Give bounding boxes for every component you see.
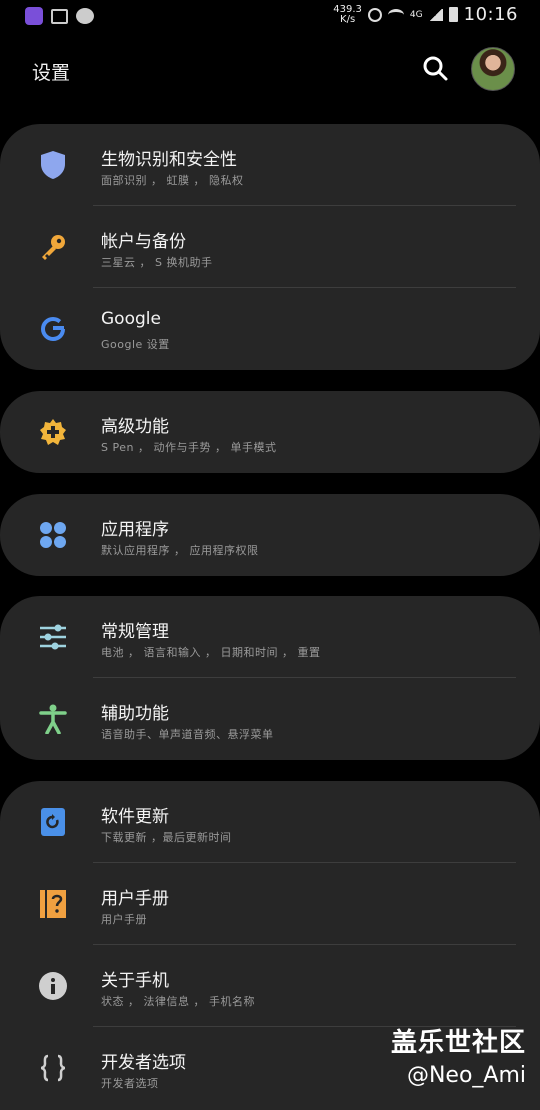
wechat-notification-icon [76,8,94,24]
network-type: 4G [409,9,423,20]
item-label: 开发者选项 [101,1053,186,1073]
item-label: 用户手册 [101,889,169,909]
battery-icon [448,7,458,22]
gallery-notification-icon [51,8,68,24]
avatar[interactable] [471,47,515,91]
page-title: 设置 [32,62,71,84]
app-notification-icon [25,7,43,25]
settings-item-accounts-backup[interactable]: 帐户与备份 三星云 ， S 换机助手 [0,206,540,288]
google-icon [38,314,68,344]
status-bar: 439.3 K/s 4G 10:16 [0,0,540,34]
network-speed-value: 439.3 [333,3,362,15]
item-label: 生物识别和安全性 [101,150,237,170]
clock: 10:16 [463,4,518,25]
info-icon [38,971,68,1001]
item-subtitle: 电池 ， 语言和输入 ， 日期和时间 ， 重置 [101,646,321,659]
accessibility-icon [38,704,68,734]
item-subtitle: 下载更新 ，最后更新时间 [101,831,232,844]
settings-item-applications[interactable]: 应用程序 默认应用程序 ， 应用程序权限 [0,494,540,576]
search-icon [423,56,448,81]
item-subtitle: S Pen ， 动作与手势 ， 单手模式 [101,441,277,454]
sliders-icon [38,622,68,652]
key-icon [38,232,68,262]
settings-item-accessibility[interactable]: 辅助功能 语音助手、单声道音频、悬浮菜单 [0,678,540,760]
item-label: 关于手机 [101,971,169,991]
item-label: 应用程序 [101,520,169,540]
item-label: 帐户与备份 [101,232,186,252]
signal-icon [428,8,443,21]
search-button[interactable] [420,53,450,83]
watermark-brand: 盖乐世社区 [390,1028,526,1058]
manual-icon [38,889,68,919]
item-label: 高级功能 [101,417,169,437]
settings-group-apps: 应用程序 默认应用程序 ， 应用程序权限 [0,494,540,576]
apps-grid-icon [38,520,68,550]
status-icons: 439.3 K/s 4G 10:16 [333,4,518,25]
settings-item-about-phone[interactable]: 关于手机 状态 ， 法律信息 ， 手机名称 [0,945,540,1027]
item-subtitle: 用户手册 [101,913,147,926]
notification-icons [25,7,94,25]
network-speed: 439.3 K/s [333,3,362,25]
wifi-icon [387,8,404,21]
update-icon [38,807,68,837]
network-speed-unit: K/s [340,13,356,25]
item-subtitle: 开发者选项 [101,1077,159,1090]
braces-icon [38,1053,68,1083]
settings-group-general: 常规管理 电池 ， 语言和输入 ， 日期和时间 ， 重置 辅助功能 语音助手、单… [0,596,540,760]
watermark: 盖乐世社区 @Neo_Ami [391,1022,526,1088]
shield-icon [38,150,68,180]
settings-item-google[interactable]: Google Google 设置 [0,288,540,370]
settings-item-general-management[interactable]: 常规管理 电池 ， 语言和输入 ， 日期和时间 ， 重置 [0,596,540,678]
item-label: 辅助功能 [101,704,169,724]
settings-item-software-update[interactable]: 软件更新 下载更新 ，最后更新时间 [0,781,540,863]
item-label: 软件更新 [101,807,169,827]
item-label: Google [101,309,161,329]
settings-group-advanced: 高级功能 S Pen ， 动作与手势 ， 单手模式 [0,391,540,473]
item-subtitle: 三星云 ， S 换机助手 [101,256,213,269]
item-subtitle: 语音助手、单声道音频、悬浮菜单 [101,728,274,741]
watermark-user: @Neo_Ami [406,1063,526,1088]
item-subtitle: Google 设置 [101,338,170,351]
gear-plus-icon [38,417,68,447]
settings-item-user-manual[interactable]: 用户手册 用户手册 [0,863,540,945]
item-subtitle: 默认应用程序 ， 应用程序权限 [101,544,259,557]
settings-item-biometrics-security[interactable]: 生物识别和安全性 面部识别 ， 虹膜 ， 隐私权 [0,124,540,206]
alarm-icon [367,7,382,22]
item-label: 常规管理 [101,622,169,642]
settings-item-advanced-features[interactable]: 高级功能 S Pen ， 动作与手势 ， 单手模式 [0,391,540,473]
item-subtitle: 面部识别 ， 虹膜 ， 隐私权 [101,174,244,187]
settings-group-accounts: 生物识别和安全性 面部识别 ， 虹膜 ， 隐私权 帐户与备份 三星云 ， S 换… [0,124,540,370]
header: 设置 [0,40,540,100]
item-subtitle: 状态 ， 法律信息 ， 手机名称 [101,995,255,1008]
